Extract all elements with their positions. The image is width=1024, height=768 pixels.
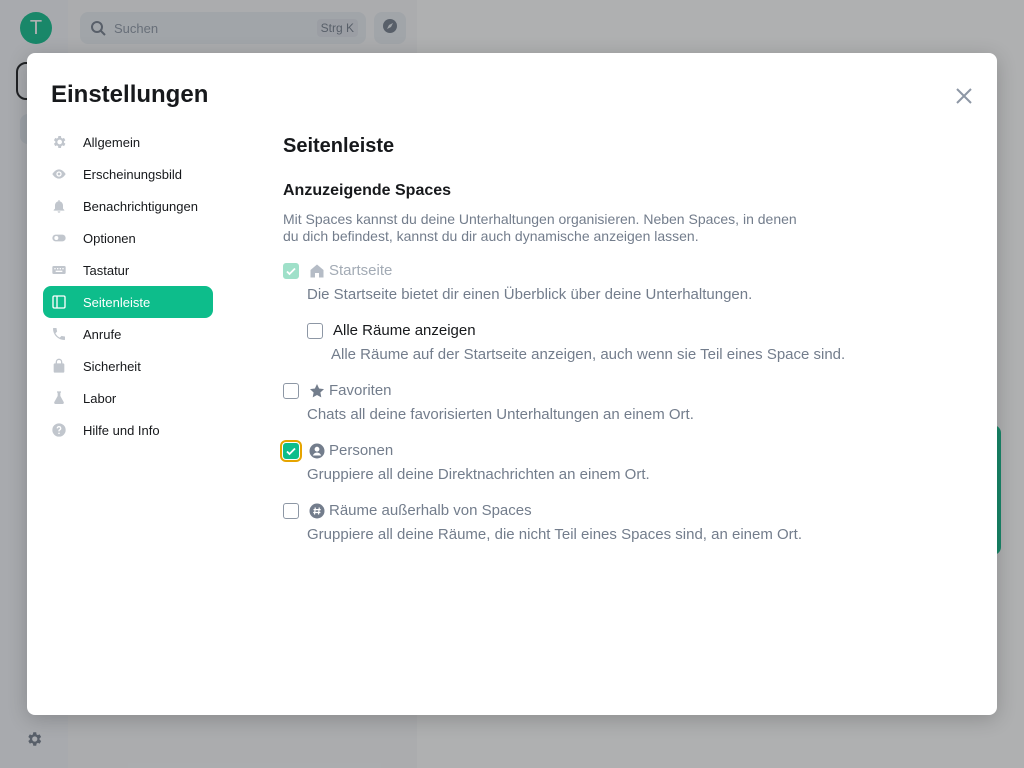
orphan-rooms-checkbox[interactable] xyxy=(283,503,299,519)
all-rooms-checkbox[interactable] xyxy=(307,323,323,339)
help-icon xyxy=(51,422,67,438)
section-description: Mit Spaces kannst du deine Unterhaltunge… xyxy=(283,211,797,244)
tab-label: Hilfe und Info xyxy=(83,422,160,438)
close-icon xyxy=(952,88,976,112)
home-description: Die Startseite bietet dir einen Überblic… xyxy=(307,286,753,303)
tab-allgemein[interactable]: Allgemein xyxy=(43,126,213,158)
settings-content: Seitenleiste Anzuzeigende Spaces Mit Spa… xyxy=(283,135,963,543)
flask-icon xyxy=(51,390,67,406)
settings-dialog: Einstellungen Allgemein Erscheinungsbild… xyxy=(27,53,997,715)
gear-icon xyxy=(51,134,67,150)
tab-erscheinungsbild[interactable]: Erscheinungsbild xyxy=(43,158,213,190)
favourites-checkbox[interactable] xyxy=(283,383,299,399)
tab-seitenleiste[interactable]: Seitenleiste xyxy=(43,286,213,318)
eye-icon xyxy=(51,166,67,182)
star-icon xyxy=(309,383,325,399)
tab-tastatur[interactable]: Tastatur xyxy=(43,254,213,286)
tab-label: Tastatur xyxy=(83,262,130,278)
keyboard-icon xyxy=(51,262,67,278)
hash-icon xyxy=(309,503,325,519)
tab-label: Anrufe xyxy=(83,326,122,342)
dialog-title: Einstellungen xyxy=(51,81,209,108)
phone-icon xyxy=(51,326,67,342)
tab-benachrichtigungen[interactable]: Benachrichtigungen xyxy=(43,190,213,222)
all-rooms-description: Alle Räume auf der Startseite anzeigen, … xyxy=(331,346,846,363)
all-rooms-label: Alle Räume anzeigen xyxy=(333,322,476,339)
close-button[interactable] xyxy=(952,84,976,108)
home-checkbox[interactable] xyxy=(283,263,299,279)
settings-nav: Allgemein Erscheinungsbild Benachrichtig… xyxy=(43,126,213,446)
orphan-rooms-label: Räume außerhalb von Spaces xyxy=(329,502,532,519)
tab-hilfe-und-info[interactable]: Hilfe und Info xyxy=(43,414,213,446)
tab-optionen[interactable]: Optionen xyxy=(43,222,213,254)
sidebar-icon xyxy=(51,294,67,310)
people-label: Personen xyxy=(329,442,394,459)
home-icon xyxy=(309,263,325,279)
tab-label: Benachrichtigungen xyxy=(83,198,198,214)
people-checkbox[interactable] xyxy=(283,443,299,459)
tab-label: Erscheinungsbild xyxy=(83,166,183,182)
section-title: Seitenleiste xyxy=(283,135,395,157)
people-description: Gruppiere all deine Direktnachrichten an… xyxy=(307,466,650,483)
person-icon xyxy=(309,443,325,459)
home-label: Startseite xyxy=(329,262,393,279)
toggle-icon xyxy=(51,230,67,246)
subsection-title: Anzuzeigende Spaces xyxy=(283,182,452,199)
tab-sicherheit[interactable]: Sicherheit xyxy=(43,350,213,382)
favourites-description: Chats all deine favorisierten Unterhaltu… xyxy=(307,406,694,423)
tab-label: Allgemein xyxy=(83,134,141,150)
favourites-label: Favoriten xyxy=(329,382,392,399)
orphan-rooms-description: Gruppiere all deine Räume, die nicht Tei… xyxy=(307,526,802,543)
tab-labor[interactable]: Labor xyxy=(43,382,213,414)
tab-label: Seitenleiste xyxy=(83,294,151,310)
bell-icon xyxy=(51,198,67,214)
tab-anrufe[interactable]: Anrufe xyxy=(43,318,213,350)
tab-label: Labor xyxy=(83,390,117,406)
tab-label: Optionen xyxy=(83,230,136,246)
lock-icon xyxy=(51,358,67,374)
tab-label: Sicherheit xyxy=(83,358,141,374)
